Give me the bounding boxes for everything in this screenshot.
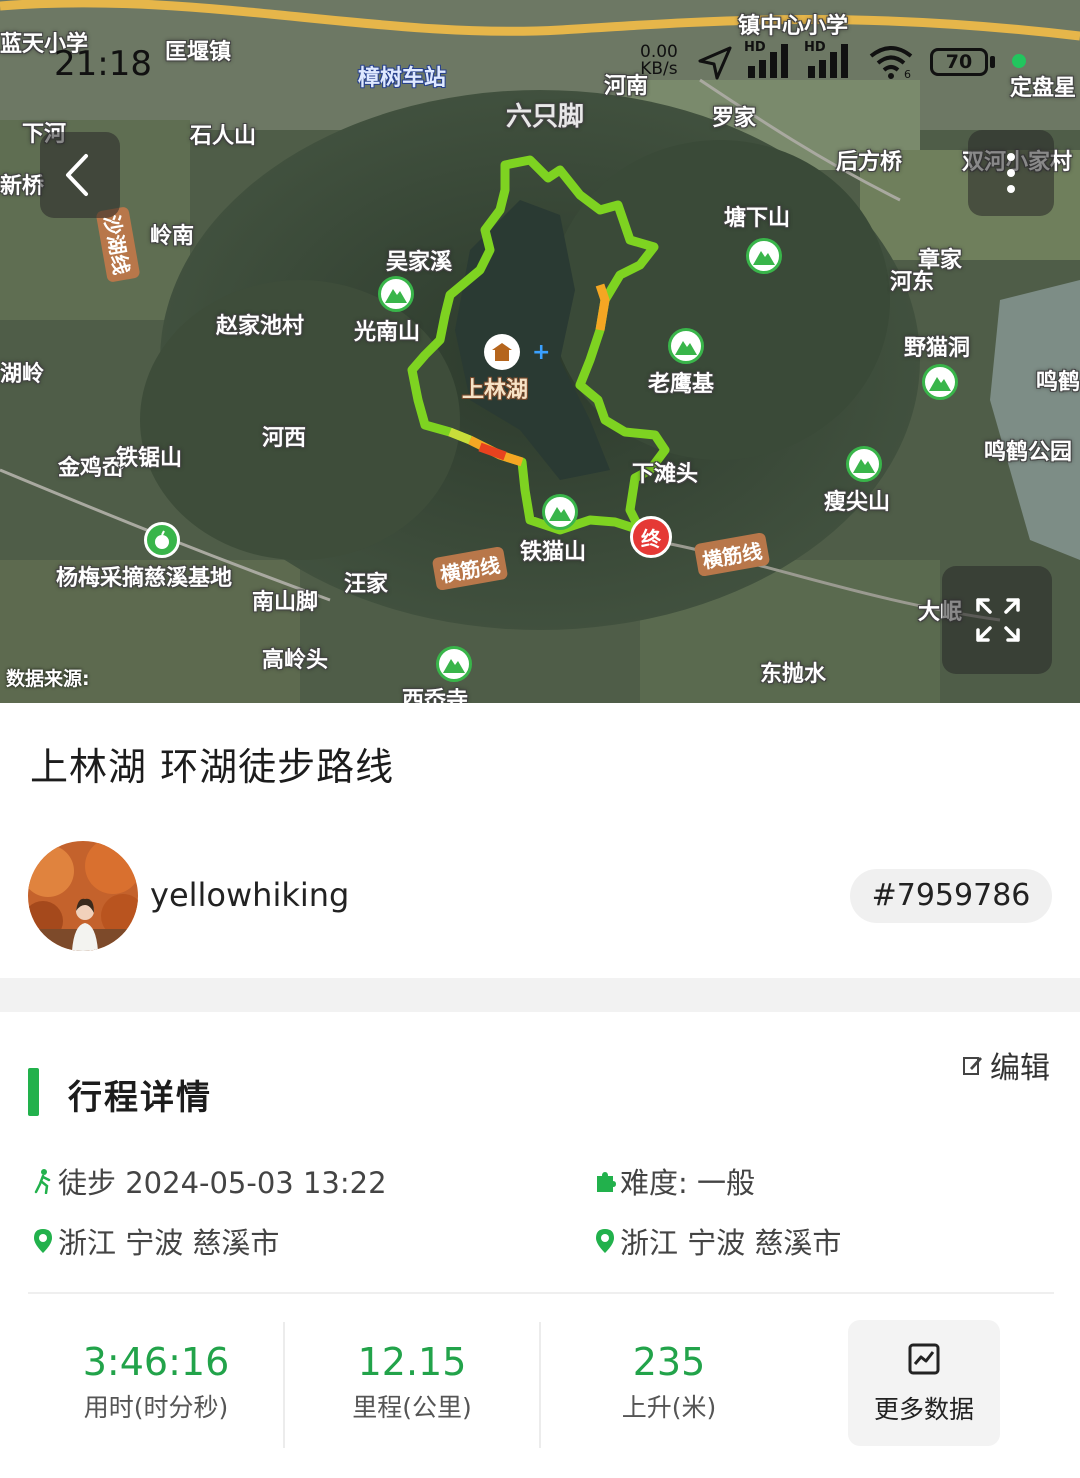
difficulty-text: 难度: 一般 [620,1166,755,1200]
route-id-badge[interactable]: #7959786 [850,869,1052,923]
username[interactable]: yellowhiking [150,876,349,914]
map-label: 杨梅采摘慈溪基地 [56,566,233,591]
avatar[interactable] [28,841,138,951]
battery-icon: 70 [930,48,988,76]
mountain-peak-icon[interactable] [922,364,958,400]
divider [28,1292,1054,1294]
mountain-peak-icon[interactable] [378,276,414,312]
stat-value: 235 [632,1340,706,1384]
back-button[interactable] [40,132,120,218]
map-label: 南山脚 [252,590,319,615]
start-pin-icon [34,1229,52,1253]
battery-tip [990,56,995,68]
status-time: 21:18 [54,44,152,84]
stat-label: 用时(时分秒) [83,1393,229,1422]
stat-label: 上升(米) [621,1393,717,1422]
chevron-left-icon [66,154,88,196]
more-data-button[interactable]: 更多数据 [848,1320,1000,1446]
status-bar: 21:18 0.00 KB/s HD HD 6 70 [0,0,1080,110]
map-label: 光南山 [354,320,421,345]
stat-duration: 3:46:16 用时(时分秒) [28,1340,284,1424]
network-speed: 0.00 KB/s [640,44,678,78]
map-label: 野猫洞 [904,336,971,361]
map-label: 石人山 [190,124,257,149]
route-map[interactable]: 蓝天小学 匡堰镇 樟树车站 镇中心小学 下河 石人山 六只脚 河南 罗家 后方桥… [0,0,1080,703]
more-options-button[interactable] [968,130,1054,216]
mountain-peak-icon[interactable] [542,494,578,530]
wifi-sub: 6 [904,68,911,81]
edit-button[interactable]: 编辑 [962,1043,1050,1087]
map-label: 铁猫山 [520,540,587,565]
hiking-icon [34,1169,51,1194]
fruit-farm-icon[interactable] [144,522,180,558]
stat-label: 里程(公里) [352,1393,472,1422]
start-location: 浙江 宁波 慈溪市 [32,1220,279,1262]
stat-value: 12.15 [357,1340,467,1384]
net-speed-unit: KB/s [640,59,678,79]
stat-value: 3:46:16 [82,1340,230,1384]
stat-ascent: 235 上升(米) [541,1340,797,1424]
signal-hd1-icon: HD [744,40,796,84]
start-location-text: 浙江 宁波 慈溪市 [58,1226,280,1260]
map-label: 汪家 [344,572,389,597]
map-label: 西岙寺 [402,688,469,703]
location-arrow-icon [696,44,734,86]
edit-icon [963,1057,982,1075]
end-marker[interactable]: 终 [630,516,672,558]
more-vertical-icon [1007,153,1015,193]
map-label: 金鸡岙 [58,456,125,481]
section-title: 行程详情 [68,1078,212,1118]
map-label: 吴家溪 [386,250,453,275]
map-label: 赵家池村 [216,314,305,339]
difficulty-info: 难度: 一般 [594,1160,755,1202]
map-data-source: 数据来源: [6,668,90,690]
map-label: 东抛水 [760,662,827,687]
map-label: 塘下山 [724,206,791,231]
end-location: 浙江 宁波 慈溪市 [594,1220,841,1262]
map-label: 湖岭 [0,362,45,387]
hd-label: HD [804,40,826,55]
activity-text: 徒步 2024-05-03 13:22 [58,1166,387,1200]
section-divider [0,978,1080,1012]
section-accent-bar [28,1068,39,1116]
map-label: 后方桥 [836,150,903,175]
map-label: 岭南 [150,224,195,249]
map-label: 鸣鹤 [1036,370,1080,395]
map-label: 鸣鹤公园 [984,440,1073,465]
stat-distance: 12.15 里程(公里) [284,1340,540,1424]
mountain-peak-icon[interactable] [436,646,472,682]
fullscreen-button[interactable] [942,566,1052,674]
edit-label: 编辑 [990,1051,1050,1086]
scenic-spot-icon[interactable] [484,334,520,370]
map-label: 上林湖 [462,378,529,403]
end-pin-icon [596,1229,614,1253]
map-label: 下滩头 [632,462,699,487]
mountain-peak-icon[interactable] [846,446,882,482]
plus-marker-icon: + [532,340,551,365]
map-label: 高岭头 [262,648,329,673]
map-label: 瘦尖山 [824,490,891,515]
end-location-text: 浙江 宁波 慈溪市 [620,1226,842,1260]
more-data-label: 更多数据 [873,1395,974,1424]
chart-icon [908,1343,940,1375]
map-label: 河东 [890,270,935,295]
map-label: 新桥 [0,174,45,199]
map-label: 河西 [262,426,307,451]
route-title: 上林湖 环湖徒步路线 [30,745,395,789]
map-label: 铁锯山 [116,446,183,471]
signal-hd2-icon: HD [804,40,856,84]
mountain-peak-icon[interactable] [746,238,782,274]
hd-label: HD [744,40,766,55]
wifi-icon: 6 [868,44,914,84]
expand-icon [976,598,1020,642]
activity-info: 徒步 2024-05-03 13:22 [32,1160,387,1202]
mountain-peak-icon[interactable] [668,328,704,364]
puzzle-icon [597,1172,616,1192]
map-label: 老鹰基 [648,372,715,397]
privacy-dot-icon [1012,54,1026,68]
